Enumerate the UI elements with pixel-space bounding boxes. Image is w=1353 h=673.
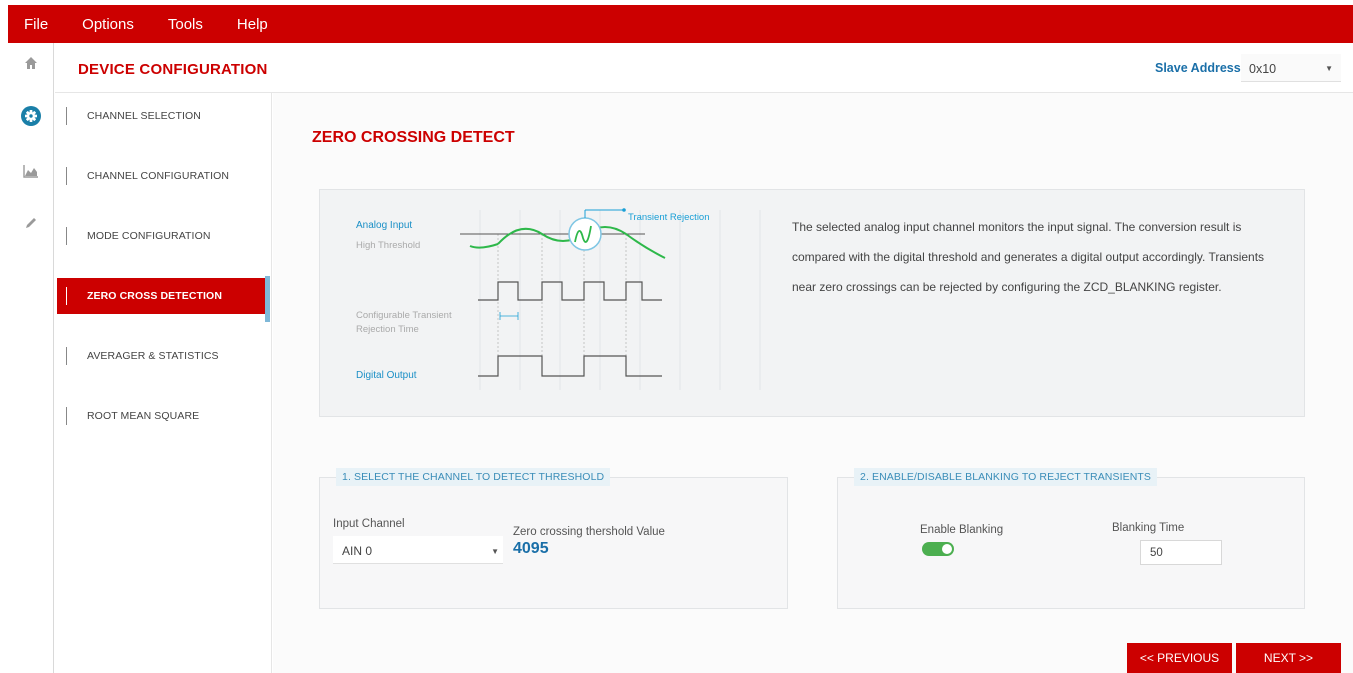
main-content: ZERO CROSSING DETECT Analog Input High T… xyxy=(273,93,1353,673)
label-digital-output: Digital Output xyxy=(356,370,417,381)
nav-scrollbar[interactable] xyxy=(265,276,270,322)
input-channel-select[interactable]: AIN 0 ▼ xyxy=(333,536,503,564)
panel-legend: 2. ENABLE/DISABLE BLANKING TO REJECT TRA… xyxy=(854,468,1158,486)
slave-address-label: Slave Address: xyxy=(1155,61,1245,75)
zcd-description: The selected analog input channel monito… xyxy=(792,220,1265,294)
sidebar-item-label: AVERAGER & STATISTICS xyxy=(87,350,219,362)
menu-help[interactable]: Help xyxy=(220,16,285,33)
blanking-time-input[interactable]: 50 xyxy=(1140,540,1222,565)
blanking-time-label: Blanking Time xyxy=(1112,522,1185,534)
zcd-diagram-card: Analog Input High Threshold Transient Re… xyxy=(319,189,1305,417)
icon-rail xyxy=(8,43,54,673)
menu-tools[interactable]: Tools xyxy=(151,16,220,33)
header-bar: DEVICE CONFIGURATION Slave Address: 0x10… xyxy=(55,43,1353,93)
previous-button[interactable]: << PREVIOUS xyxy=(1127,643,1232,673)
label-high-threshold: High Threshold xyxy=(356,240,420,251)
label-transient-rejection: Transient Rejection xyxy=(628,212,710,223)
page-title: DEVICE CONFIGURATION xyxy=(78,61,268,78)
nav-divider xyxy=(66,227,67,245)
threshold-value: 4095 xyxy=(513,540,549,557)
crossing-markers xyxy=(497,234,627,376)
sidebar-item-mode-configuration[interactable]: MODE CONFIGURATION xyxy=(57,218,267,254)
sidebar-item-averager-statistics[interactable]: AVERAGER & STATISTICS xyxy=(57,338,267,374)
pencil-icon[interactable] xyxy=(8,208,54,238)
enable-blanking-label: Enable Blanking xyxy=(920,524,1004,536)
nav-divider xyxy=(66,407,67,425)
channel-threshold-panel: 1. SELECT THE CHANNEL TO DETECT THRESHOL… xyxy=(319,468,788,609)
sidebar-item-channel-selection[interactable]: CHANNEL SELECTION xyxy=(57,98,267,134)
digital-output-waveform xyxy=(478,355,662,377)
sidebar-item-label: ZERO CROSS DETECTION xyxy=(87,290,223,302)
menu-bar: File Options Tools Help xyxy=(8,5,1353,43)
input-channel-label: Input Channel xyxy=(333,518,405,530)
sidebar-item-label: CHANNEL CONFIGURATION xyxy=(87,170,230,182)
chevron-down-icon: ▼ xyxy=(491,547,499,556)
home-icon[interactable] xyxy=(8,48,54,78)
label-analog-input: Analog Input xyxy=(356,220,412,231)
sidebar-item-channel-configuration[interactable]: CHANNEL CONFIGURATION xyxy=(57,158,267,194)
menu-options[interactable]: Options xyxy=(65,16,151,33)
label-configurable-line2: Rejection Time xyxy=(356,324,419,335)
sidebar-item-zero-cross-detection[interactable]: ZERO CROSS DETECTION xyxy=(57,278,267,314)
nav-divider xyxy=(66,167,67,185)
gear-icon[interactable] xyxy=(8,101,54,131)
sidebar-nav: CHANNEL SELECTION CHANNEL CONFIGURATION … xyxy=(55,93,272,673)
menu-file[interactable]: File xyxy=(8,16,65,33)
blanking-panel: 2. ENABLE/DISABLE BLANKING TO REJECT TRA… xyxy=(837,468,1305,609)
nav-divider xyxy=(66,347,67,365)
enable-blanking-toggle[interactable] xyxy=(922,542,954,556)
next-button[interactable]: NEXT >> xyxy=(1236,643,1341,673)
sidebar-item-root-mean-square[interactable]: ROOT MEAN SQUARE xyxy=(57,398,267,434)
transient-circle xyxy=(568,217,602,251)
nav-divider xyxy=(66,287,67,305)
slave-address-select[interactable]: 0x10 ▼ xyxy=(1241,54,1341,82)
input-channel-value: AIN 0 xyxy=(342,544,373,558)
chevron-down-icon: ▼ xyxy=(1325,64,1333,73)
nav-divider xyxy=(66,107,67,125)
panel-legend: 1. SELECT THE CHANNEL TO DETECT THRESHOL… xyxy=(336,468,611,486)
toggle-knob xyxy=(942,544,952,554)
chart-icon[interactable] xyxy=(8,156,54,186)
label-configurable-line1: Configurable Transient xyxy=(356,310,452,321)
app-root: File Options Tools Help DEVICE CONFIGURA… xyxy=(0,0,1353,673)
section-title: ZERO CROSSING DETECT xyxy=(312,129,515,146)
threshold-label: Zero crossing thershold Value xyxy=(513,526,665,538)
clock-waveform xyxy=(478,281,662,301)
sidebar-item-label: CHANNEL SELECTION xyxy=(87,110,201,122)
sidebar-item-label: MODE CONFIGURATION xyxy=(87,230,211,242)
slave-address-value: 0x10 xyxy=(1249,62,1277,76)
sidebar-item-label: ROOT MEAN SQUARE xyxy=(87,410,200,422)
blanking-time-value: 50 xyxy=(1150,547,1163,559)
zcd-timing-diagram: Analog Input High Threshold Transient Re… xyxy=(356,208,761,390)
